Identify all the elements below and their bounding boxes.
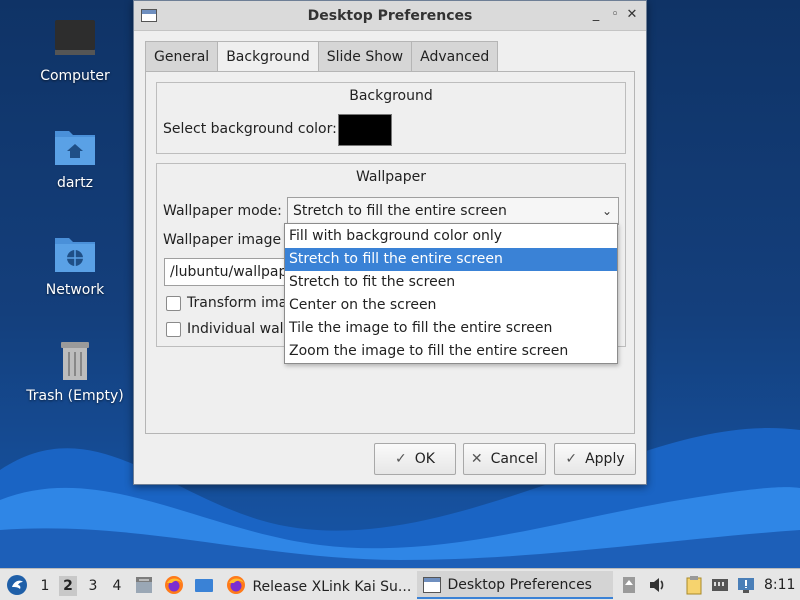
taskbar: 1 2 3 4 Release XLink Kai Su... Desktop …: [0, 568, 800, 600]
dropdown-option[interactable]: Center on the screen: [285, 294, 617, 317]
close-button[interactable]: ✕: [624, 7, 640, 22]
desktop-icon-label: dartz: [56, 175, 94, 191]
workspace-2[interactable]: 2: [59, 576, 77, 596]
desktop-icon-label: Computer: [40, 68, 110, 84]
task-desktop-preferences[interactable]: Desktop Preferences: [417, 571, 613, 599]
wallpaper-mode-select[interactable]: Stretch to fill the entire screen ⌄: [287, 197, 619, 225]
background-color-button[interactable]: [338, 114, 392, 146]
wallpaper-mode-value: Stretch to fill the entire screen: [293, 203, 507, 219]
task-label: Release XLink Kai Su...: [252, 579, 412, 595]
background-color-label: Select background color:: [163, 121, 337, 137]
up-arrow-icon[interactable]: [619, 575, 639, 595]
desktop-icon-label: Trash (Empty): [26, 388, 124, 404]
transform-image-checkbox[interactable]: [166, 296, 181, 311]
desktop-icon-home[interactable]: dartz: [15, 125, 135, 191]
firefox-icon: [226, 575, 246, 595]
individual-wallpaper-label: Individual wall: [187, 321, 288, 337]
cancel-button[interactable]: ✕ Cancel: [463, 443, 546, 475]
tab-advanced[interactable]: Advanced: [411, 41, 499, 71]
check-icon: ✓: [565, 451, 578, 467]
individual-wallpaper-checkbox[interactable]: [166, 322, 181, 337]
minimize-button[interactable]: _: [588, 7, 604, 22]
home-folder-icon: [53, 125, 97, 169]
trash-icon: [53, 338, 97, 382]
wallpaper-mode-dropdown: Fill with background color only Stretch …: [284, 223, 618, 364]
show-desktop-icon[interactable]: [194, 575, 214, 595]
apply-button-label: Apply: [585, 451, 625, 467]
start-menu-icon[interactable]: [6, 574, 28, 596]
task-label: Desktop Preferences: [447, 577, 592, 593]
ok-button-label: OK: [414, 451, 435, 467]
window-icon: [423, 575, 441, 593]
volume-icon[interactable]: [647, 575, 667, 595]
apply-button[interactable]: ✓ Apply: [554, 443, 636, 475]
workspace-3[interactable]: 3: [84, 576, 102, 596]
clipboard-icon[interactable]: [684, 575, 704, 595]
clock[interactable]: 8:11: [764, 569, 795, 600]
network-status-icon[interactable]: [710, 575, 730, 595]
desktop-icon-trash[interactable]: Trash (Empty): [15, 338, 135, 404]
tab-bar: General Background Slide Show Advanced: [145, 41, 499, 72]
dropdown-option[interactable]: Tile the image to fill the entire screen: [285, 317, 617, 340]
tab-general[interactable]: General: [145, 41, 219, 71]
window-title: Desktop Preferences: [307, 8, 473, 24]
background-group: Background Select background color:: [156, 82, 626, 154]
computer-icon: [53, 18, 97, 62]
desktop-icon-network[interactable]: Network: [15, 232, 135, 298]
firefox-launcher-icon[interactable]: [164, 575, 184, 595]
background-group-title: Background: [349, 88, 433, 104]
dropdown-option[interactable]: Zoom the image to fill the entire screen: [285, 340, 617, 363]
window-titlebar[interactable]: Desktop Preferences _ ◦ ✕: [134, 1, 646, 31]
desktop-icon-computer[interactable]: Computer: [15, 18, 135, 84]
dropdown-option[interactable]: Fill with background color only: [285, 225, 617, 248]
wallpaper-group-title: Wallpaper: [355, 169, 427, 185]
task-firefox[interactable]: Release XLink Kai Su...: [222, 571, 412, 599]
chevron-down-icon: ⌄: [601, 204, 612, 218]
maximize-button[interactable]: ◦: [607, 7, 623, 22]
workspace-4[interactable]: 4: [108, 576, 126, 596]
wallpaper-image-label: Wallpaper image f: [163, 232, 291, 248]
cancel-button-label: Cancel: [490, 451, 539, 467]
tab-background[interactable]: Background: [217, 41, 319, 72]
transform-image-label: Transform ima: [187, 295, 288, 311]
ok-button[interactable]: ✓ OK: [374, 443, 456, 475]
workspace-1[interactable]: 1: [36, 576, 54, 596]
desktop-icon-label: Network: [45, 282, 105, 298]
dropdown-option-selected[interactable]: Stretch to fill the entire screen: [285, 248, 617, 271]
cancel-icon: ✕: [470, 451, 483, 467]
tab-slide-show[interactable]: Slide Show: [317, 41, 413, 71]
update-notifier-icon[interactable]: [736, 575, 756, 595]
dropdown-option[interactable]: Stretch to fit the screen: [285, 271, 617, 294]
check-icon: ✓: [395, 451, 407, 467]
file-manager-icon[interactable]: [134, 575, 154, 595]
wallpaper-mode-label: Wallpaper mode:: [163, 203, 282, 219]
network-folder-icon: [53, 232, 97, 276]
